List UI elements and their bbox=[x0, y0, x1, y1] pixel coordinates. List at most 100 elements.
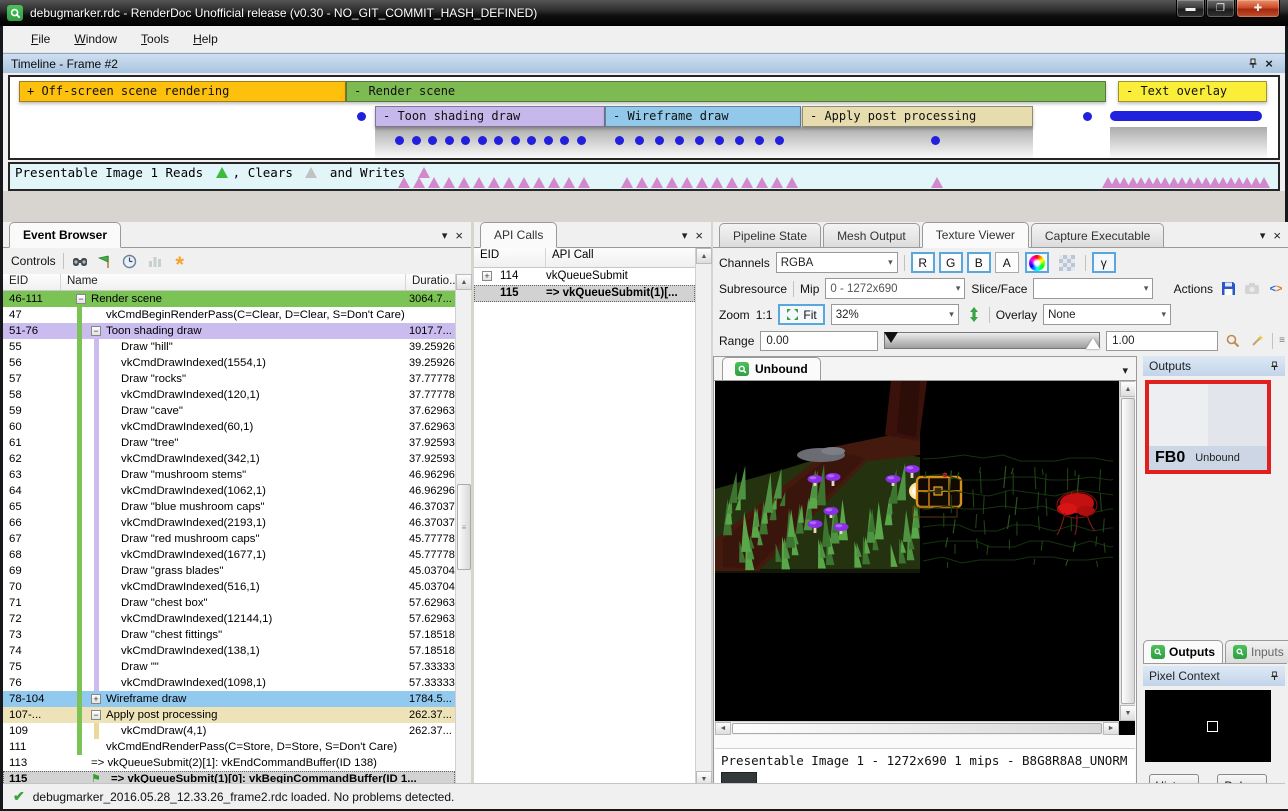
scrollbar-thumb[interactable]: ≡ bbox=[457, 484, 471, 570]
event-row[interactable]: 73Draw "chest fittings"57.18518 bbox=[3, 627, 455, 643]
timeline-panel-header[interactable]: Timeline - Frame #2 × bbox=[3, 53, 1285, 73]
custom-visualisation-icon[interactable] bbox=[1025, 252, 1049, 273]
channel-a-button[interactable]: A bbox=[995, 252, 1019, 273]
chevron-down-icon[interactable]: ▾ bbox=[1122, 366, 1128, 376]
range-slider[interactable] bbox=[884, 332, 1100, 349]
texture-display[interactable]: ▲ ▼ ◄ ► bbox=[715, 381, 1135, 735]
outputs-header[interactable]: Outputs bbox=[1143, 356, 1285, 376]
event-dot[interactable] bbox=[735, 136, 744, 145]
event-dot[interactable] bbox=[511, 136, 520, 145]
mip-select[interactable]: 0 - 1272x690▾ bbox=[825, 278, 965, 299]
event-row[interactable]: 67Draw "red mushroom caps"45.77778 bbox=[3, 531, 455, 547]
capture-icon[interactable] bbox=[1243, 280, 1261, 298]
event-row[interactable]: 76vkCmdDrawIndexed(1098,1)57.33333 bbox=[3, 675, 455, 691]
event-row[interactable]: 72vkCmdDrawIndexed(12144,1)57.62963 bbox=[3, 611, 455, 627]
event-dot[interactable] bbox=[715, 136, 724, 145]
texture-vscrollbar[interactable]: ▲ ▼ bbox=[1119, 381, 1135, 721]
channel-r-button[interactable]: R bbox=[911, 252, 935, 273]
event-row[interactable]: 60vkCmdDrawIndexed(60,1)37.62963 bbox=[3, 419, 455, 435]
event-dot[interactable] bbox=[775, 136, 784, 145]
collapse-icon[interactable]: − bbox=[91, 326, 101, 336]
jump-to-event-icon[interactable] bbox=[96, 252, 114, 270]
timeline-marker-toon-shading-draw[interactable]: - Toon shading draw bbox=[375, 106, 605, 127]
event-browser-scrollbar[interactable]: ▲ ≡ ▼ bbox=[455, 274, 471, 809]
close-icon[interactable]: × bbox=[1273, 231, 1281, 241]
timeline-marker-text-overlay[interactable]: - Text overlay bbox=[1118, 81, 1267, 102]
event-dot[interactable] bbox=[461, 136, 470, 145]
column-name[interactable]: Name bbox=[61, 274, 406, 290]
event-row[interactable]: 109vkCmdDraw(4,1)262.37... bbox=[3, 723, 455, 739]
event-row[interactable]: 46-111−Render scene3064.7... bbox=[3, 291, 455, 307]
scroll-left-icon[interactable]: ◄ bbox=[715, 722, 731, 735]
output-thumbnail-fb0[interactable]: FB0 Unbound bbox=[1145, 380, 1271, 474]
event-dot[interactable] bbox=[357, 112, 366, 121]
event-dot[interactable] bbox=[675, 136, 684, 145]
scroll-down-icon[interactable]: ▼ bbox=[1120, 705, 1135, 721]
bookmark-icon[interactable]: * bbox=[171, 252, 189, 270]
event-row[interactable]: 55Draw "hill"39.25926 bbox=[3, 339, 455, 355]
event-row[interactable]: 74vkCmdDrawIndexed(138,1)57.18518 bbox=[3, 643, 455, 659]
expand-icon[interactable]: + bbox=[91, 694, 101, 704]
event-dot[interactable] bbox=[1083, 112, 1092, 121]
fit-button[interactable]: Fit bbox=[778, 304, 824, 325]
scroll-up-icon[interactable]: ▲ bbox=[696, 248, 712, 264]
event-dot-cluster[interactable] bbox=[1110, 111, 1262, 121]
pin-icon[interactable] bbox=[1270, 361, 1279, 371]
save-icon[interactable] bbox=[1219, 280, 1237, 298]
minimize-button[interactable]: ▬ bbox=[1176, 0, 1205, 18]
chevron-down-icon[interactable]: ▾ bbox=[1260, 231, 1266, 241]
event-row[interactable]: 56vkCmdDrawIndexed(1554,1)39.25926 bbox=[3, 355, 455, 371]
time-draws-icon[interactable] bbox=[121, 252, 139, 270]
event-row[interactable]: 70vkCmdDrawIndexed(516,1)45.03704 bbox=[3, 579, 455, 595]
title-bar[interactable]: debugmarker.rdc - RenderDoc Unofficial r… bbox=[0, 0, 1288, 26]
event-dot[interactable] bbox=[527, 136, 536, 145]
timeline-marker-render-scene[interactable]: - Render scene bbox=[346, 81, 1106, 102]
scroll-up-icon[interactable]: ▲ bbox=[1120, 381, 1135, 397]
close-button[interactable]: ✚ bbox=[1236, 0, 1280, 18]
event-row[interactable]: 75Draw ""57.33333 bbox=[3, 659, 455, 675]
event-row[interactable]: 51-76−Toon shading draw1017.7... bbox=[3, 323, 455, 339]
timeline-panel[interactable]: + Off-screen scene rendering- Render sce… bbox=[8, 75, 1280, 160]
pixel-context-view[interactable] bbox=[1145, 690, 1271, 762]
event-dot[interactable] bbox=[655, 136, 664, 145]
timeline-marker-wireframe-draw[interactable]: - Wireframe draw bbox=[605, 106, 801, 127]
event-row[interactable]: 64vkCmdDrawIndexed(1062,1)46.96296 bbox=[3, 483, 455, 499]
event-dot[interactable] bbox=[412, 136, 421, 145]
scroll-right-icon[interactable]: ► bbox=[1103, 722, 1119, 735]
tab-mesh-output[interactable]: Mesh Output bbox=[823, 223, 920, 247]
pixel-context-header[interactable]: Pixel Context bbox=[1143, 666, 1285, 686]
column-api-call[interactable]: API Call bbox=[546, 248, 695, 267]
tab-inputs[interactable]: Inputs bbox=[1225, 640, 1288, 663]
api-table-header[interactable]: EID API Call bbox=[474, 248, 695, 268]
event-dot[interactable] bbox=[494, 136, 503, 145]
channel-b-button[interactable]: B bbox=[967, 252, 991, 273]
flip-y-icon[interactable] bbox=[965, 306, 983, 324]
collapse-icon[interactable]: − bbox=[91, 710, 101, 720]
event-table-header[interactable]: EID Name Duratio... bbox=[3, 274, 455, 291]
expand-icon[interactable]: + bbox=[482, 271, 492, 281]
event-row[interactable]: 111vkCmdEndRenderPass(C=Store, D=Store, … bbox=[3, 739, 455, 755]
column-eid[interactable]: EID bbox=[3, 274, 61, 290]
event-dot[interactable] bbox=[695, 136, 704, 145]
event-row[interactable]: 113=> vkQueueSubmit(2)[1]: vkEndCommandB… bbox=[3, 755, 455, 771]
timeline-marker-apply-post-processing[interactable]: - Apply post processing bbox=[802, 106, 1033, 127]
overlay-select[interactable]: None▾ bbox=[1043, 304, 1171, 325]
column-duration[interactable]: Duratio... bbox=[406, 274, 455, 290]
event-row[interactable]: 78-104+Wireframe draw1784.5... bbox=[3, 691, 455, 707]
event-row[interactable]: 71Draw "chest box"57.62963 bbox=[3, 595, 455, 611]
event-row[interactable]: 62vkCmdDrawIndexed(342,1)37.92593 bbox=[3, 451, 455, 467]
event-dot[interactable] bbox=[478, 136, 487, 145]
collapse-icon[interactable]: − bbox=[76, 294, 86, 304]
menu-help[interactable]: Help bbox=[183, 29, 228, 49]
event-row[interactable]: 69Draw "grass blades"45.03704 bbox=[3, 563, 455, 579]
slice-face-select[interactable]: ▾ bbox=[1033, 278, 1153, 299]
autofit-wand-icon[interactable] bbox=[1248, 332, 1266, 350]
menu-tools[interactable]: Tools bbox=[131, 29, 179, 49]
channels-select[interactable]: RGBA▾ bbox=[776, 252, 898, 273]
goto-resource-icon[interactable]: <> bbox=[1267, 280, 1285, 298]
event-row[interactable]: 47vkCmdBeginRenderPass(C=Clear, D=Clear,… bbox=[3, 307, 455, 323]
close-icon[interactable]: × bbox=[455, 231, 463, 241]
menu-window[interactable]: Window bbox=[64, 29, 127, 49]
tab-capture-executable[interactable]: Capture Executable bbox=[1031, 223, 1164, 247]
scrollbar-thumb[interactable] bbox=[732, 723, 1102, 734]
